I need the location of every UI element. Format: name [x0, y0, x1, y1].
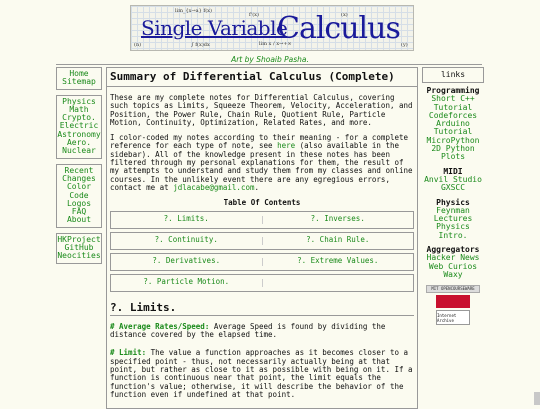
toc-link-inverses[interactable]: ?. Inverses. [263, 215, 414, 224]
intro2-text-end: . [254, 182, 260, 192]
toc-link-limits[interactable]: ?. Limits. [111, 215, 262, 224]
toc-row: ?. Particle Motion. [110, 273, 414, 292]
toc-link-continuity[interactable]: ?. Continuity. [111, 236, 262, 245]
right-sidebar: links Programming Short C++ Tutorial Cod… [422, 67, 484, 326]
toc-link-derivatives[interactable]: ?. Derivatives. [111, 257, 262, 266]
toc-link-extreme-values[interactable]: ?. Extreme Values. [263, 257, 414, 266]
nav-group-site: Recent Changes Color Code Logos FAQ Abou… [56, 163, 102, 228]
links-group-programming: Programming Short C++ Tutorial Codeforce… [422, 86, 484, 162]
intro2-text-b: (also available in the sidebar). All of … [110, 141, 413, 192]
nav-link-sitemap[interactable]: Sitemap [57, 77, 101, 86]
section-title-limits: ?. Limits. [110, 301, 414, 316]
intro-paragraph: These are my complete notes for Differen… [110, 93, 413, 127]
main-body: These are my complete notes for Differen… [107, 93, 417, 399]
link-plots[interactable]: Plots [422, 153, 484, 162]
header-divider [56, 64, 482, 65]
site-banner[interactable]: lim_{x→a} f(x) f'(x) (x) ∫ f(x)dx lim x … [0, 0, 540, 58]
links-group-aggregators: Aggregators Hacker News Web Curios Waxy [422, 245, 484, 279]
toc-divider [261, 278, 263, 287]
scrollbar-thumb[interactable] [534, 392, 540, 405]
link-gxscc[interactable]: GXSCC [422, 183, 484, 192]
nav-group-external: HKProject GitHub Neocities [56, 232, 102, 264]
toc-row: ?. Continuity. ?. Chain Rule. [110, 231, 414, 250]
links-group-midi: MIDI Anvil Studio GXSCC [422, 167, 484, 193]
color-code-paragraph: I color-coded my notes according to thei… [110, 133, 414, 192]
left-sidebar: Home Sitemap Physics Math Crypto. Electr… [56, 67, 102, 269]
nav-link-about[interactable]: About [57, 216, 101, 225]
nav-link-nuclear[interactable]: Nuclear [57, 147, 101, 156]
note-limit: # Limit: The value a function approaches… [110, 349, 414, 399]
page-title: Summary of Differential Calculus (Comple… [107, 68, 417, 87]
nav-group-home: Home Sitemap [56, 67, 102, 90]
toc-row: ?. Derivatives. ?. Extreme Values. [110, 252, 414, 271]
note-text: The value a function approaches as it be… [110, 348, 413, 399]
nav-link-neocities[interactable]: Neocities [57, 252, 101, 261]
link-intro[interactable]: Intro. [422, 231, 484, 240]
links-group-physics: Physics Feynman Lectures Physics Intro. [422, 198, 484, 240]
toc-row: ?. Limits. ?. Inverses. [110, 210, 414, 229]
banner-math-1: lim_{x→a} f(x) [175, 8, 212, 14]
banner-math-7: (y) [401, 42, 408, 48]
banner-math-6: (n) [134, 42, 142, 48]
link-waxy[interactable]: Waxy [422, 270, 484, 279]
eff-badge[interactable] [436, 295, 470, 309]
note-average-rates: # Average Rates/Speed: Average Speed is … [110, 322, 414, 340]
nav-group-subjects: Physics Math Crypto. Electric Astronomy … [56, 94, 102, 159]
banner-graphic[interactable]: lim_{x→a} f(x) f'(x) (x) ∫ f(x)dx lim x … [130, 5, 414, 51]
toc-link-chain-rule[interactable]: ?. Chain Rule. [263, 236, 414, 245]
mit-ocw-badge[interactable]: MIT OPENCOURSEWARE [426, 285, 480, 294]
main-content: Summary of Differential Calculus (Comple… [106, 67, 418, 409]
internet-archive-label: Internet Archive [437, 312, 457, 323]
banner-math-4: ∫ f(x)dx [191, 42, 210, 48]
internet-archive-badge[interactable]: Internet Archive [436, 310, 470, 326]
banner-title-part1: Single Variable [141, 16, 288, 40]
email-link[interactable]: jdlacabe@gmail.com [173, 183, 254, 192]
banner-title-part2: Calculus [277, 11, 401, 46]
art-credit: Art by Shoaib Pasha. [231, 55, 309, 64]
toc-link-particle-motion[interactable]: ?. Particle Motion. [111, 278, 262, 287]
links-header: links [422, 67, 484, 83]
toc-title: Table Of Contents [223, 198, 301, 208]
